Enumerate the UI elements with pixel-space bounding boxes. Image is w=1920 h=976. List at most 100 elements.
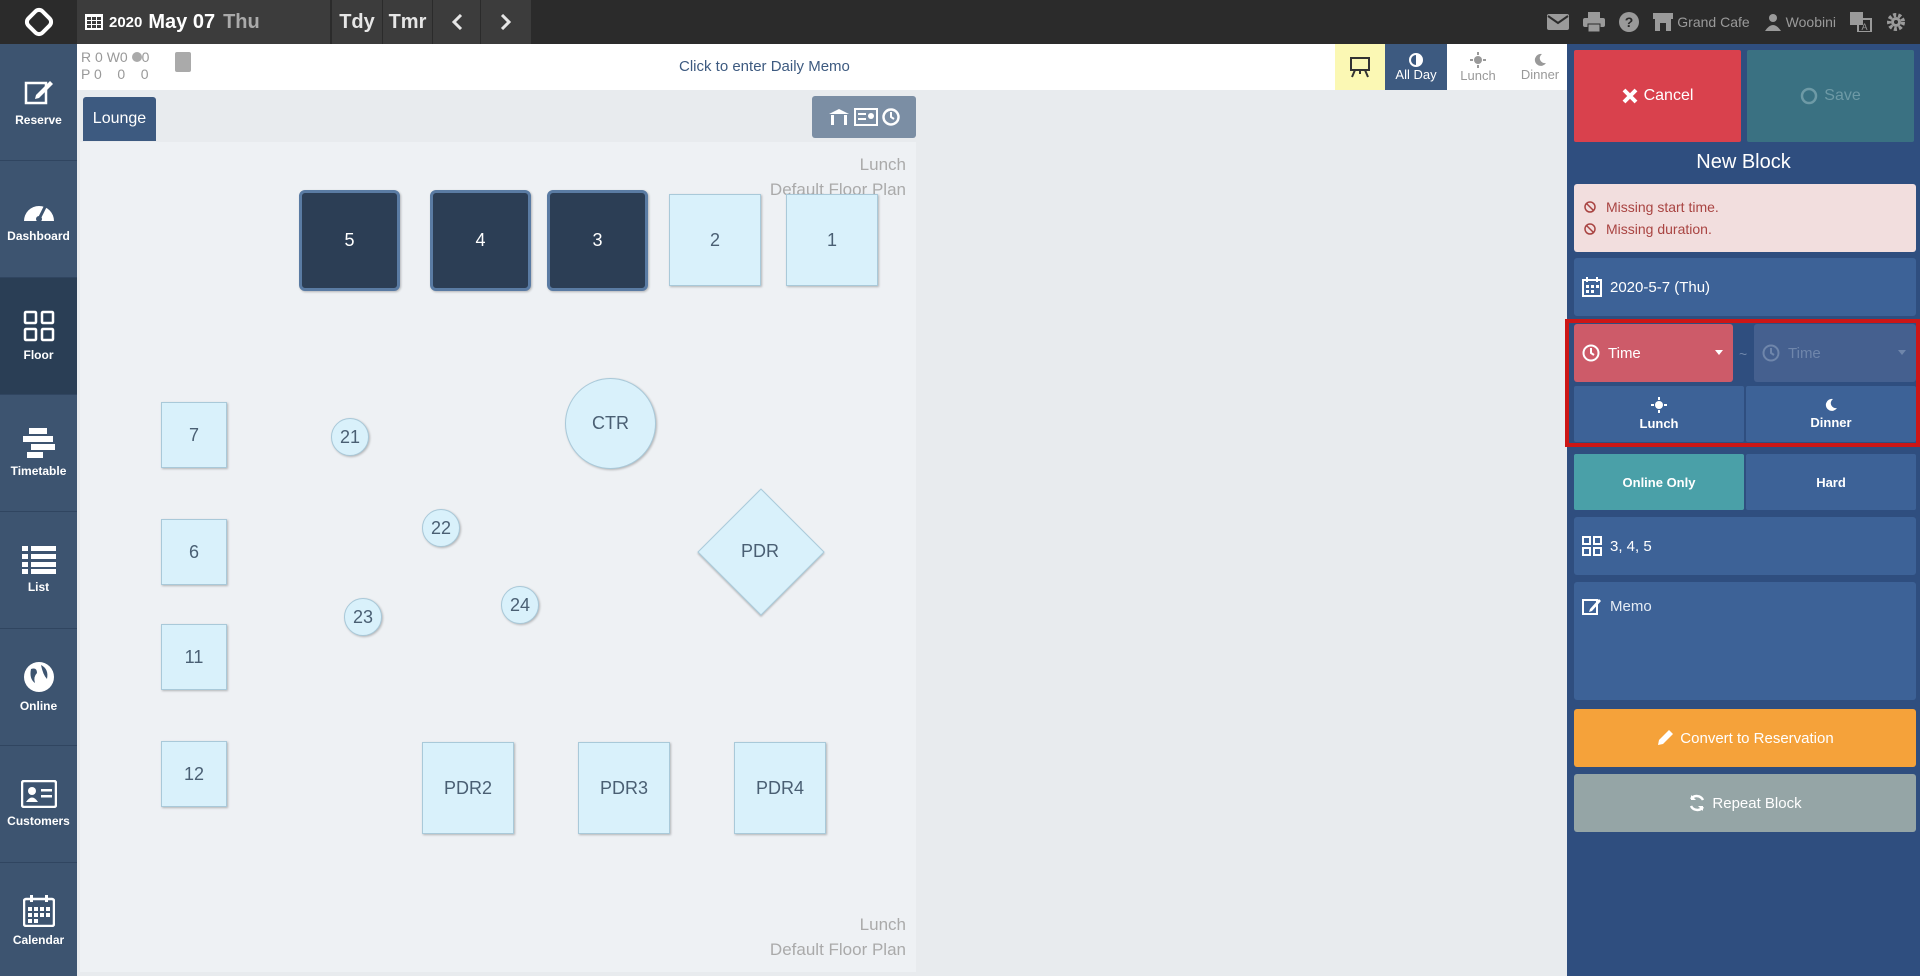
clock-icon [1582, 344, 1600, 362]
sidebar-item-list[interactable]: List [0, 512, 77, 629]
restaurant-selector[interactable]: Grand Cafe [1653, 13, 1750, 31]
online-only-button[interactable]: Online Only [1574, 454, 1744, 510]
printer-icon [1583, 12, 1606, 32]
cancel-button[interactable]: Cancel [1574, 50, 1741, 142]
tomorrow-button[interactable]: Tmr [382, 0, 432, 44]
end-time-select[interactable]: Time [1754, 324, 1916, 382]
date-picker[interactable]: 2020 May 07 Thu [77, 0, 330, 44]
dinner-button[interactable]: Dinner [1746, 386, 1916, 442]
half-circle-icon [1409, 52, 1423, 67]
print-button[interactable] [1583, 12, 1606, 32]
table-pdr3[interactable]: PDR3 [578, 742, 670, 834]
envelope-icon [1547, 14, 1570, 30]
reservation-counts: R 0 W0 0 P 0 0 0 [81, 49, 149, 83]
sidebar-item-timetable[interactable]: Timetable [0, 395, 77, 512]
table-24[interactable]: 24 [501, 586, 539, 624]
sidebar-item-dashboard[interactable]: Dashboard [0, 161, 77, 278]
tables-field[interactable]: 3, 4, 5 [1574, 517, 1916, 575]
r-label: R [81, 49, 92, 65]
floor-shift-label: Lunch [859, 155, 906, 174]
error-alert: Missing start time. Missing duration. [1574, 184, 1916, 252]
tab-label: All Day [1395, 66, 1437, 82]
sun-icon [1470, 51, 1486, 68]
settings-button[interactable] [1886, 12, 1906, 32]
lunch-button[interactable]: Lunch [1574, 386, 1744, 442]
table-pdr-label: PDR [741, 541, 780, 561]
store-icon [1653, 13, 1674, 31]
table-pdr2[interactable]: PDR2 [422, 742, 514, 834]
clock-icon [1762, 344, 1780, 362]
mail-button[interactable] [1547, 14, 1570, 30]
tab-all-day[interactable]: All Day [1385, 44, 1447, 90]
online-count: 0 [141, 49, 150, 65]
error-row: Missing start time. [1584, 196, 1906, 218]
daily-memo-prompt[interactable]: Click to enter Daily Memo [679, 58, 850, 75]
tab-lounge[interactable]: Lounge [83, 97, 156, 141]
table-11[interactable]: 11 [161, 624, 227, 690]
svg-text:?: ? [1625, 14, 1634, 30]
repeat-label: Repeat Block [1712, 794, 1802, 812]
edit-icon [1582, 599, 1601, 615]
presentation-toggle[interactable] [1335, 44, 1385, 90]
date-weekday: Thu [223, 10, 260, 33]
guest-card-icon [854, 108, 878, 126]
table-4[interactable]: 4 [430, 190, 531, 291]
sidebar: Reserve Dashboard Floor Timetable List O… [0, 44, 77, 976]
date-month-day: May 07 [148, 10, 216, 33]
floor-view-toggles[interactable] [812, 96, 916, 138]
table-3[interactable]: 3 [547, 190, 648, 291]
memo-textarea[interactable]: Memo [1574, 582, 1916, 700]
save-button[interactable]: Save [1747, 50, 1914, 142]
logo-icon [24, 7, 53, 37]
repeat-block-button[interactable]: Repeat Block [1574, 774, 1916, 832]
chevron-left-icon [451, 14, 462, 30]
table-21[interactable]: 21 [331, 418, 369, 456]
app-logo[interactable] [0, 0, 77, 44]
table-22[interactable]: 22 [422, 509, 460, 547]
panel-title: New Block [1696, 151, 1791, 173]
tab-dinner[interactable]: Dinner [1509, 44, 1571, 90]
gear-icon [1887, 13, 1905, 31]
user-menu[interactable]: Woobini [1764, 13, 1836, 31]
sidebar-item-customers[interactable]: Customers [0, 746, 77, 863]
prev-day-button[interactable] [432, 0, 480, 44]
table-pdr4[interactable]: PDR4 [734, 742, 826, 834]
moon-icon [1534, 53, 1546, 66]
clipboard-icon[interactable] [175, 52, 191, 72]
start-time-select[interactable]: Time [1574, 324, 1733, 382]
tab-label: Lunch [1460, 67, 1496, 83]
table-6[interactable]: 6 [161, 519, 227, 585]
sidebar-item-floor[interactable]: Floor [0, 278, 77, 395]
date-field[interactable]: 2020-5-7 (Thu) [1574, 258, 1916, 316]
hard-block-button[interactable]: Hard [1746, 454, 1916, 510]
sidebar-item-online[interactable]: Online [0, 629, 77, 746]
sidebar-item-reserve[interactable]: Reserve [0, 44, 77, 161]
tab-lunch[interactable]: Lunch [1447, 44, 1509, 90]
sidebar-item-label: List [27, 580, 50, 594]
sun-icon [1651, 397, 1667, 413]
r-count: 0 [95, 49, 103, 65]
tab-label: Dinner [1520, 66, 1560, 82]
convert-to-reservation-button[interactable]: Convert to Reservation [1574, 709, 1916, 767]
user-icon [1764, 14, 1781, 31]
language-button[interactable]: A [1850, 12, 1872, 32]
table-7[interactable]: 7 [161, 402, 227, 468]
grid-icon [23, 310, 54, 342]
next-day-button[interactable] [480, 0, 531, 44]
p-label: P [81, 66, 91, 82]
table-23[interactable]: 23 [344, 598, 382, 636]
table-ctr[interactable]: CTR [565, 378, 656, 469]
help-button[interactable]: ? [1619, 12, 1640, 32]
pencil-icon [1658, 730, 1674, 745]
table-2[interactable]: 2 [669, 194, 761, 286]
save-label: Save [1824, 87, 1861, 104]
table-pdr[interactable]: PDR [697, 488, 825, 616]
edit-icon [24, 81, 53, 105]
today-button[interactable]: Tdy [331, 0, 382, 44]
table-1[interactable]: 1 [786, 194, 878, 286]
table-12[interactable]: 12 [161, 741, 227, 807]
sidebar-item-calendar[interactable]: Calendar [0, 863, 77, 976]
table-5[interactable]: 5 [299, 190, 400, 291]
sidebar-item-label: Customers [7, 814, 70, 828]
p-count-2: 0 [117, 66, 126, 82]
